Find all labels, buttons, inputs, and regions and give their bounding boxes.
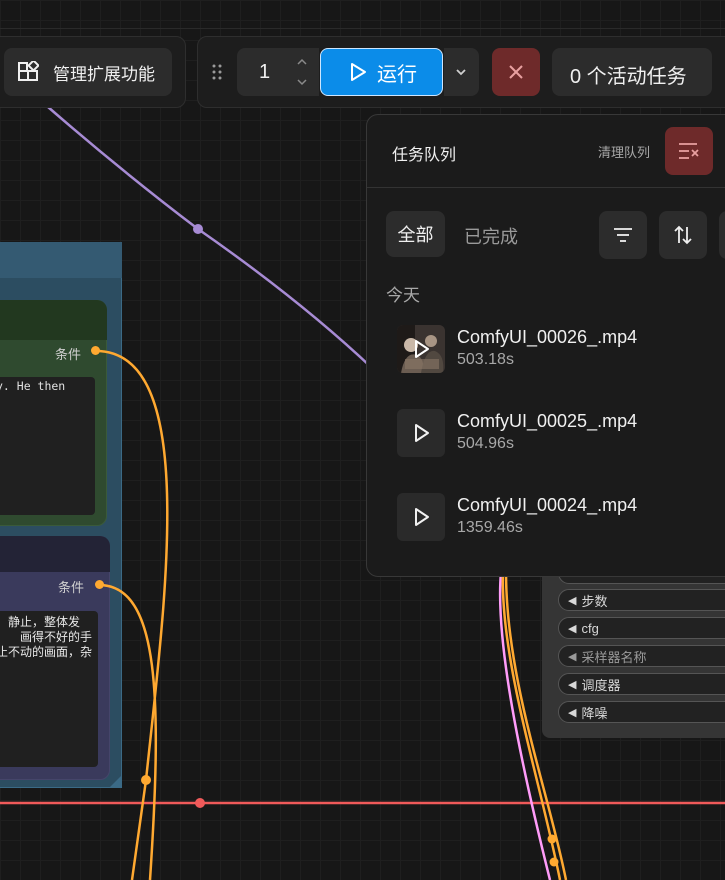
group-resize-handle[interactable] <box>110 775 122 787</box>
queue-item-name: ComfyUI_00025_.mp4 <box>457 411 638 431</box>
run-mode-dropdown[interactable] <box>444 48 479 96</box>
active-tasks-label: 0 个活动任务 <box>570 66 687 88</box>
sampler-name-widget[interactable]: ◀ 采样器名称 <box>558 645 725 667</box>
denoise-widget[interactable]: ◀ 降噪 <box>558 701 725 723</box>
extensions-icon <box>18 61 39 81</box>
manage-extensions-button[interactable]: 管理扩展功能 <box>4 48 172 96</box>
cfg-widget[interactable]: ◀ cfg <box>558 617 725 639</box>
queue-divider <box>367 187 725 188</box>
scheduler-widget[interactable]: ◀ 调度器 <box>558 673 725 695</box>
positive-prompt-node-header[interactable] <box>0 300 107 340</box>
queue-item-name: ComfyUI_00024_.mp4 <box>457 495 638 515</box>
queue-item-time: 503.18s <box>457 351 514 368</box>
negative-prompt-node-header[interactable] <box>0 536 110 572</box>
sort-button[interactable] <box>659 211 707 259</box>
run-label: 运行 <box>377 63 417 86</box>
decrement-arrow-icon[interactable]: ◀ <box>568 706 576 719</box>
tab-completed[interactable]: 已完成 <box>464 223 518 249</box>
queue-item[interactable]: ComfyUI_00026_.mp4 503.18s <box>397 325 725 373</box>
steps-widget[interactable]: ◀ 步数 <box>558 589 725 611</box>
video-thumbnail <box>397 493 445 541</box>
positive-prompt-textarea[interactable]: y. He then <box>0 377 95 515</box>
filter-icon <box>614 228 632 242</box>
batch-count-input[interactable]: 1 <box>237 48 319 96</box>
steps-label: 步数 <box>581 593 608 609</box>
decrement-arrow-icon[interactable]: ◀ <box>568 594 576 607</box>
play-icon <box>415 508 429 526</box>
clear-queue-button[interactable] <box>665 127 713 175</box>
queue-item-time: 504.96s <box>457 435 514 452</box>
cancel-run-button[interactable] <box>492 48 540 96</box>
sort-arrows-icon <box>674 225 692 245</box>
tab-all[interactable]: 全部 <box>386 211 445 257</box>
play-icon <box>351 63 366 81</box>
clear-list-icon <box>679 143 699 159</box>
queue-item-name: ComfyUI_00026_.mp4 <box>457 327 638 347</box>
video-thumbnail <box>397 409 445 457</box>
scheduler-label: 调度器 <box>581 677 621 693</box>
section-today: 今天 <box>386 286 420 305</box>
manage-extensions-label: 管理扩展功能 <box>53 64 155 84</box>
decrement-arrow-icon[interactable]: ◀ <box>568 622 576 635</box>
negative-prompt-line-3: 止不动的画面，杂 <box>0 645 93 659</box>
conditioning-wire-midpoint[interactable] <box>141 775 151 785</box>
positive-output-port[interactable] <box>91 346 100 355</box>
decrement-arrow-icon[interactable]: ◀ <box>568 650 576 663</box>
queue-title: 任务队列 <box>392 147 457 164</box>
node-group-header[interactable] <box>0 242 122 278</box>
negative-output-label: 条件 <box>58 580 85 595</box>
red-wire-midpoint[interactable] <box>195 798 205 808</box>
batch-stepper-icon[interactable] <box>295 54 309 90</box>
view-mode-button[interactable] <box>719 211 725 259</box>
clip-wire-midpoint[interactable] <box>193 224 203 234</box>
clear-queue-label: 清理队列 <box>598 145 651 160</box>
negative-output-port[interactable] <box>95 580 104 589</box>
task-queue-panel: 任务队列 清理队列 全部 已完成 今天 ComfyUI_00026_.mp4 5… <box>366 114 725 577</box>
negative-prompt-textarea[interactable]: ，静止，整体发 画得不好的手 止不动的画面，杂 <box>0 611 98 767</box>
decrement-arrow-icon[interactable]: ◀ <box>568 678 576 691</box>
right-wire-midpoint-2[interactable] <box>549 857 559 867</box>
queue-item-time: 1359.46s <box>457 519 523 536</box>
play-icon <box>415 424 429 442</box>
run-button[interactable]: 运行 <box>320 48 443 96</box>
top-divider <box>0 28 725 29</box>
drag-handle-icon[interactable] <box>211 63 223 81</box>
filter-button[interactable] <box>599 211 647 259</box>
video-thumbnail <box>397 325 445 373</box>
close-icon <box>509 65 523 79</box>
positive-prompt-text: y. He then <box>0 379 66 393</box>
cfg-label: cfg <box>581 620 599 636</box>
queue-item[interactable]: ComfyUI_00025_.mp4 504.96s <box>397 409 725 457</box>
sampler-name-label: 采样器名称 <box>581 649 647 665</box>
batch-count-value: 1 <box>259 61 271 83</box>
right-wire-midpoint-1[interactable] <box>547 834 557 844</box>
denoise-label: 降噪 <box>581 705 608 721</box>
queue-item[interactable]: ComfyUI_00024_.mp4 1359.46s <box>397 493 725 541</box>
play-icon <box>415 340 429 358</box>
positive-output-label: 条件 <box>55 347 82 362</box>
active-tasks-button[interactable]: 0 个活动任务 <box>552 48 712 96</box>
chevron-down-icon <box>456 69 466 76</box>
